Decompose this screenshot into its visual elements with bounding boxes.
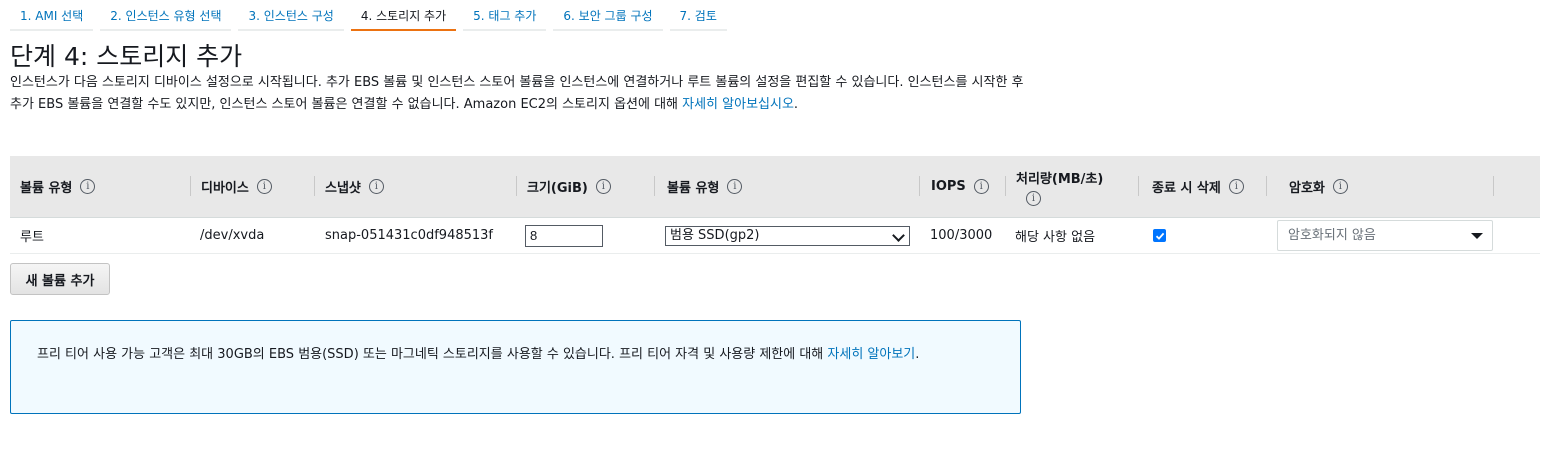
- volume-type-select[interactable]: 범용 SSD(gp2): [665, 225, 910, 246]
- info-box-text: 프리 티어 사용 가능 고객은 최대 30GB의 EBS 범용(SSD) 또는 …: [37, 347, 828, 362]
- column-divider: [919, 176, 920, 196]
- header-ebs-volume-type-label: 볼륨 유형: [667, 181, 720, 196]
- header-snapshot: 스냅샷 i: [325, 156, 384, 217]
- column-divider: [1138, 176, 1139, 196]
- cell-volume-type: 루트: [20, 230, 44, 245]
- tab-choose-ami[interactable]: 1. AMI 선택: [10, 0, 94, 31]
- header-snapshot-label: 스냅샷: [325, 181, 361, 196]
- column-divider: [1266, 176, 1267, 196]
- column-divider: [654, 176, 655, 196]
- encryption-select[interactable]: 암호화되지 않음: [1277, 220, 1493, 251]
- header-ebs-volume-type: 볼륨 유형 i: [667, 156, 743, 217]
- header-encryption-label: 암호화: [1289, 181, 1325, 196]
- cell-size: [525, 218, 603, 253]
- cell-throughput: 해당 사항 없음: [1015, 230, 1096, 245]
- tab-configure-security-group[interactable]: 6. 보안 그룹 구성: [553, 0, 663, 31]
- free-tier-learn-more-link[interactable]: 자세히 알아보기: [827, 347, 915, 362]
- info-icon[interactable]: i: [973, 179, 989, 194]
- storage-table: 볼륨 유형 i 디바이스 i 스냅샷 i 크기(GiB) i 볼륨 유형 i I…: [10, 156, 1540, 254]
- add-volume-button[interactable]: 새 볼륨 추가: [10, 263, 110, 295]
- cell-ebs-volume-type: 범용 SSD(gp2): [665, 218, 910, 253]
- header-throughput-label: 처리량(MB/초): [1016, 171, 1104, 187]
- info-icon[interactable]: i: [368, 179, 384, 194]
- info-icon[interactable]: i: [1026, 190, 1041, 206]
- description-text: 인스턴스가 다음 스토리지 디바이스 설정으로 시작됩니다. 추가 EBS 볼륨…: [10, 75, 1024, 112]
- column-divider: [314, 176, 315, 196]
- encryption-selected: 암호화되지 않음: [1288, 228, 1376, 243]
- description-end: .: [793, 97, 799, 112]
- table-header: 볼륨 유형 i 디바이스 i 스냅샷 i 크기(GiB) i 볼륨 유형 i I…: [10, 156, 1540, 218]
- tab-choose-instance-type[interactable]: 2. 인스턴스 유형 선택: [100, 0, 232, 31]
- column-divider: [190, 176, 191, 196]
- tab-review[interactable]: 7. 검토: [669, 0, 727, 31]
- info-box-end: .: [915, 347, 920, 362]
- header-volume-type-label: 볼륨 유형: [20, 181, 73, 196]
- tab-add-tags[interactable]: 5. 태그 추가: [463, 0, 547, 31]
- checkmark-icon: [1155, 232, 1164, 240]
- info-icon[interactable]: i: [727, 179, 743, 194]
- cell-iops: 100/3000: [930, 228, 993, 243]
- info-icon[interactable]: i: [1332, 179, 1348, 194]
- header-throughput: 처리량(MB/초) i: [1016, 156, 1103, 217]
- column-divider: [1493, 176, 1494, 196]
- header-delete-on-termination-label: 종료 시 삭제: [1152, 181, 1221, 196]
- cell-snapshot: snap-051431c0df948513f: [325, 228, 493, 243]
- info-icon[interactable]: i: [80, 179, 96, 194]
- size-input[interactable]: [525, 224, 603, 247]
- column-divider: [1005, 176, 1006, 196]
- page-description: 인스턴스가 다음 스토리지 디바이스 설정으로 시작됩니다. 추가 EBS 볼륨…: [10, 72, 1035, 116]
- cell-encryption: 암호화되지 않음: [1277, 218, 1493, 253]
- header-iops: IOPS i: [931, 156, 989, 217]
- page-title: 단계 4: 스토리지 추가: [10, 42, 243, 71]
- info-icon[interactable]: i: [256, 179, 272, 194]
- cell-delete-on-termination: [1153, 218, 1166, 253]
- learn-more-link[interactable]: 자세히 알아보십시오: [682, 97, 794, 112]
- caret-down-icon: [1471, 233, 1483, 239]
- header-device: 디바이스 i: [201, 156, 272, 217]
- header-delete-on-termination: 종료 시 삭제 i: [1152, 156, 1244, 217]
- header-size-label: 크기(GiB): [527, 181, 588, 196]
- header-device-label: 디바이스: [201, 181, 249, 196]
- header-volume-type: 볼륨 유형 i: [20, 156, 96, 217]
- tab-configure-instance[interactable]: 3. 인스턴스 구성: [238, 0, 344, 31]
- delete-on-termination-checkbox[interactable]: [1153, 229, 1166, 242]
- header-iops-label: IOPS: [931, 179, 966, 194]
- column-divider: [516, 176, 517, 196]
- chevron-down-icon: [892, 228, 905, 242]
- table-row: 루트 /dev/xvda snap-051431c0df948513f 범용 S…: [10, 218, 1540, 254]
- volume-type-selected: 범용 SSD(gp2): [670, 227, 760, 243]
- header-encryption: 암호화 i: [1289, 156, 1348, 217]
- header-size: 크기(GiB) i: [527, 156, 611, 217]
- cell-device: /dev/xvda: [200, 228, 265, 243]
- info-icon[interactable]: i: [595, 179, 611, 194]
- wizard-tabs: 1. AMI 선택 2. 인스턴스 유형 선택 3. 인스턴스 구성 4. 스토…: [10, 0, 734, 33]
- info-icon[interactable]: i: [1228, 179, 1244, 194]
- free-tier-info-box: 프리 티어 사용 가능 고객은 최대 30GB의 EBS 범용(SSD) 또는 …: [10, 320, 1021, 414]
- tab-add-storage[interactable]: 4. 스토리지 추가: [350, 0, 457, 31]
